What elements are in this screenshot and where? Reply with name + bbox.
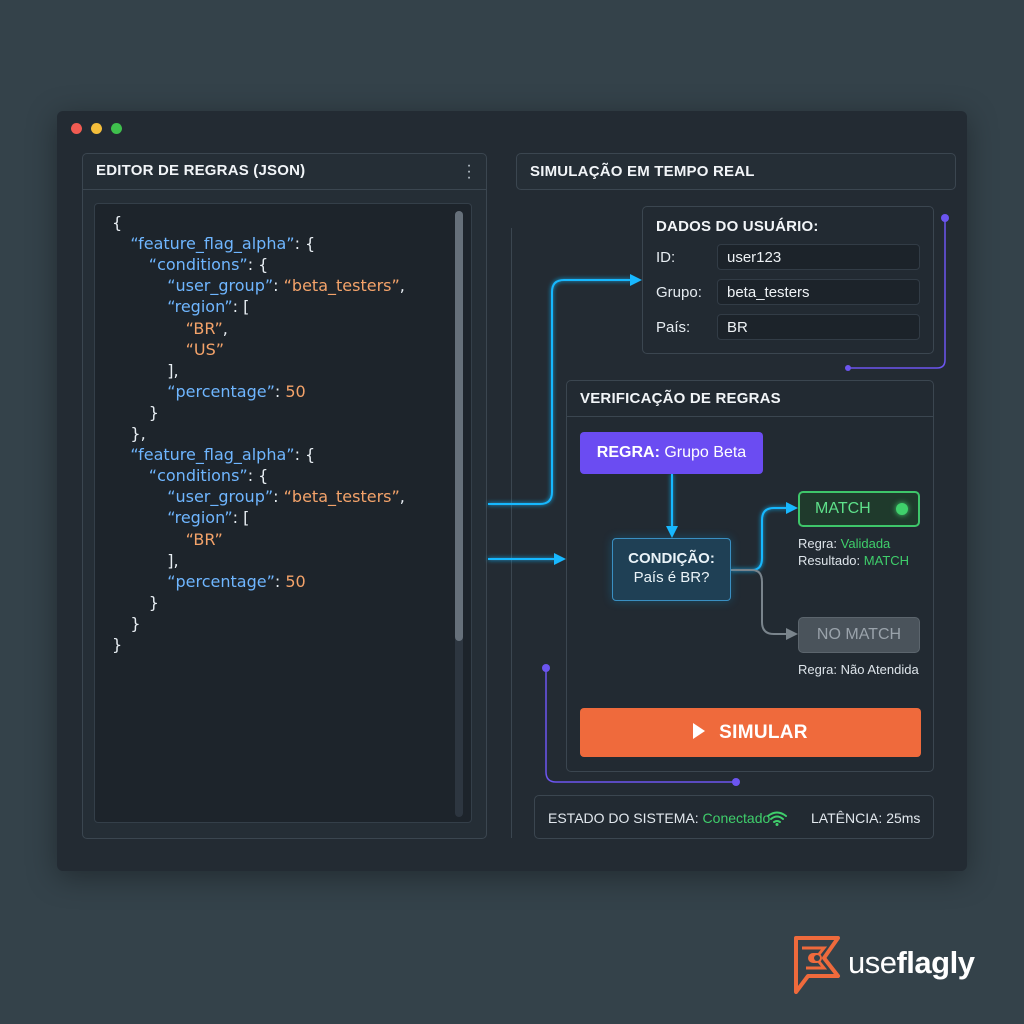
wifi-icon xyxy=(767,811,787,826)
useflagly-logo-icon xyxy=(794,936,840,994)
match-rule-value: Validada xyxy=(840,536,891,551)
condition-node[interactable]: CONDIÇÃO: País é BR? xyxy=(612,538,731,601)
rule-node[interactable]: REGRA: Grupo Beta xyxy=(580,432,763,474)
rule-value: Grupo Beta xyxy=(664,444,747,461)
match-label: MATCH xyxy=(815,500,871,517)
match-rule-label: Regra: xyxy=(798,536,838,551)
condition-label: CONDIÇÃO: xyxy=(628,550,715,567)
brand-name-prefix: use xyxy=(848,945,897,980)
play-icon xyxy=(693,723,706,740)
no-match-rule-text: Regra: Não Atendida xyxy=(798,662,919,677)
match-status-dot-icon xyxy=(896,503,908,515)
condition-value: País é BR? xyxy=(633,569,710,586)
latency-text: LATÊNCIA: 25ms xyxy=(811,810,921,826)
rule-label: REGRA: xyxy=(596,444,660,461)
match-result-value: MATCH xyxy=(863,553,910,568)
match-result-node[interactable]: MATCH xyxy=(798,491,920,527)
match-result-text: Resultado: MATCH xyxy=(798,553,909,568)
match-rule-text: Regra: Validada xyxy=(798,536,890,551)
brand-name-suffix: flagly xyxy=(896,945,975,980)
simulate-button[interactable]: SIMULAR xyxy=(580,708,921,757)
simulate-button-label: SIMULAR xyxy=(719,722,808,743)
match-result-label: Resultado: xyxy=(798,553,861,568)
system-status-label: ESTADO DO SISTEMA: xyxy=(548,810,699,826)
system-status: ESTADO DO SISTEMA: Conectado xyxy=(548,810,770,826)
system-status-value: Conectado xyxy=(702,810,771,826)
no-match-result-node[interactable]: NO MATCH xyxy=(798,617,920,653)
brand-name: useflagly xyxy=(848,945,975,981)
